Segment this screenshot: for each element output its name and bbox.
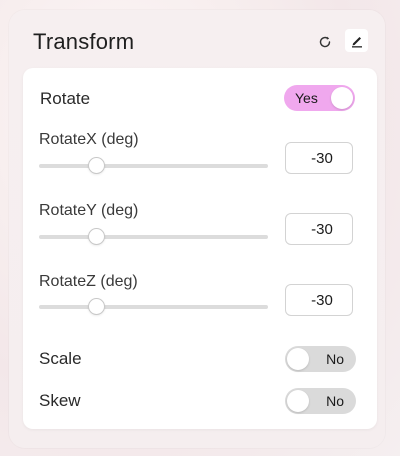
pencil-icon [351, 36, 362, 47]
rotatey-label: RotateY (deg) [39, 202, 139, 219]
slider-track [39, 235, 268, 239]
rotatey-input[interactable] [285, 213, 353, 245]
rotatez-slider[interactable] [39, 297, 268, 317]
refresh-button[interactable] [316, 32, 334, 52]
rotatez-label: RotateZ (deg) [39, 273, 138, 290]
slider-track [39, 164, 268, 168]
rotatex-label: RotateX (deg) [39, 131, 139, 148]
rotatex-slider[interactable] [39, 156, 268, 176]
toggle-knob [287, 390, 309, 412]
transform-card: Rotate Yes RotateX (deg) RotateY (deg) R… [23, 68, 377, 429]
rotate-toggle-label: Yes [295, 90, 318, 106]
edit-button[interactable] [345, 29, 368, 52]
panel-header: Transform [33, 29, 368, 57]
slider-track [39, 305, 268, 309]
toggle-knob [287, 348, 309, 370]
rotatex-input[interactable] [285, 142, 353, 174]
slider-thumb[interactable] [87, 298, 105, 315]
slider-thumb[interactable] [87, 157, 105, 174]
skew-toggle-label: No [326, 393, 344, 409]
skew-label: Skew [39, 391, 81, 410]
scale-label: Scale [39, 349, 82, 368]
scale-toggle-label: No [326, 351, 344, 367]
slider-thumb[interactable] [87, 228, 105, 245]
rotate-label: Rotate [40, 89, 91, 108]
toggle-knob [331, 87, 353, 109]
panel-title: Transform [33, 29, 135, 54]
refresh-icon [319, 36, 331, 48]
scale-toggle[interactable]: No [285, 346, 356, 372]
rotatez-input[interactable] [285, 284, 353, 316]
rotatey-slider[interactable] [39, 227, 268, 247]
rotate-toggle[interactable]: Yes [284, 85, 355, 111]
skew-toggle[interactable]: No [285, 388, 356, 414]
